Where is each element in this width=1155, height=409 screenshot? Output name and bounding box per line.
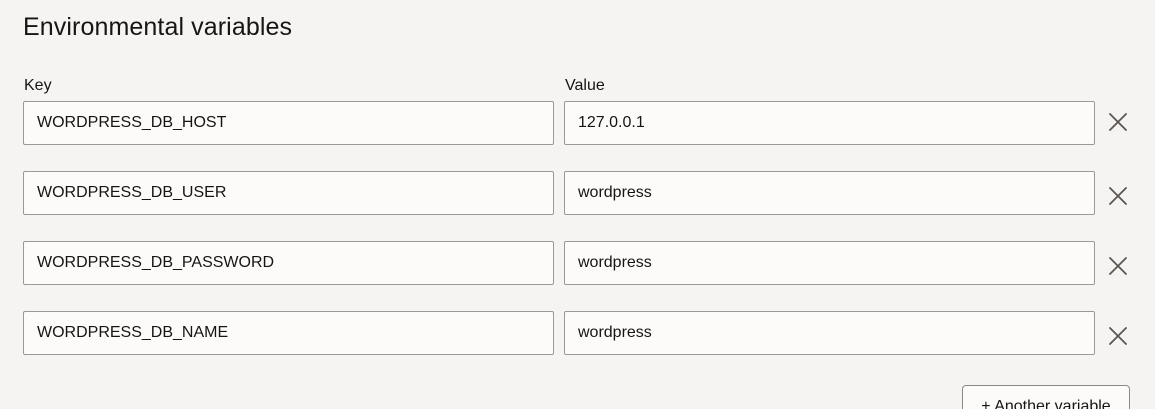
close-icon bbox=[1109, 187, 1127, 205]
key-input[interactable] bbox=[23, 311, 554, 355]
environment-variables-panel: Environmental variables Key Value WORDPR… bbox=[0, 0, 1155, 409]
close-icon bbox=[1109, 257, 1127, 275]
section-title: Environmental variables bbox=[23, 13, 293, 41]
remove-variable-button[interactable] bbox=[1104, 322, 1132, 350]
key-column-label: Key bbox=[24, 77, 52, 94]
variable-row bbox=[0, 311, 1155, 355]
value-input[interactable] bbox=[564, 241, 1095, 285]
close-icon bbox=[1109, 327, 1127, 345]
key-input[interactable] bbox=[23, 241, 554, 285]
key-input[interactable] bbox=[23, 101, 554, 145]
variable-row bbox=[0, 171, 1155, 215]
remove-variable-button[interactable] bbox=[1104, 182, 1132, 210]
variable-row bbox=[0, 241, 1155, 285]
close-icon bbox=[1109, 113, 1127, 131]
value-input[interactable] bbox=[564, 101, 1095, 145]
remove-variable-button[interactable] bbox=[1104, 108, 1132, 136]
variable-row bbox=[0, 101, 1155, 145]
value-column-label: Value bbox=[565, 77, 605, 94]
value-input[interactable] bbox=[564, 311, 1095, 355]
add-variable-button[interactable]: + Another variable bbox=[962, 385, 1130, 409]
key-input[interactable] bbox=[23, 171, 554, 215]
remove-variable-button[interactable] bbox=[1104, 252, 1132, 280]
value-input[interactable] bbox=[564, 171, 1095, 215]
